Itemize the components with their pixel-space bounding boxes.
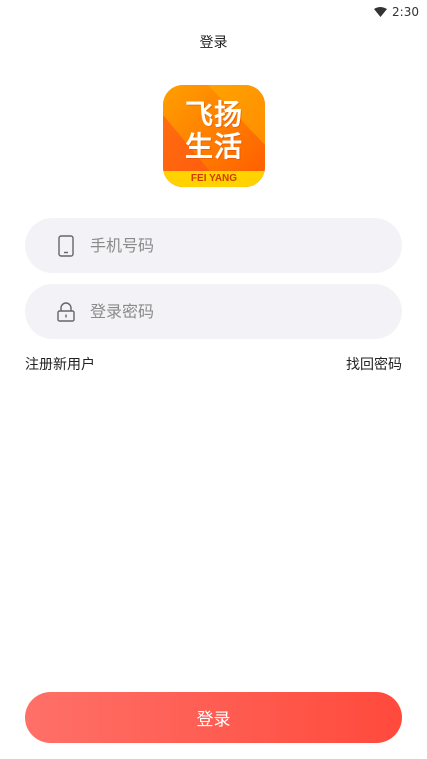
logo-text-line2: 生活 [184, 130, 243, 163]
app-logo: 飞扬 生活 FEI YANG [163, 85, 265, 187]
phone-icon [56, 234, 76, 257]
status-bar: 2:30 [0, 0, 427, 24]
forgot-password-link[interactable]: 找回密码 [346, 354, 402, 374]
password-field[interactable] [25, 284, 402, 339]
lock-icon [56, 301, 76, 323]
phone-field[interactable] [25, 218, 402, 273]
page-title: 登录 [199, 35, 228, 51]
register-link[interactable]: 注册新用户 [25, 354, 95, 374]
logo-band-text: FEI YANG [163, 171, 265, 187]
password-input[interactable] [90, 302, 370, 321]
status-time: 2:30 [392, 5, 419, 19]
wifi-icon [374, 7, 388, 17]
login-button[interactable]: 登录 [25, 692, 402, 743]
login-screen: 2:30 登录 飞扬 生活 FEI YANG 手机号码 注册新用户 找回密码 登… [0, 0, 427, 759]
phone-input[interactable] [90, 236, 370, 255]
